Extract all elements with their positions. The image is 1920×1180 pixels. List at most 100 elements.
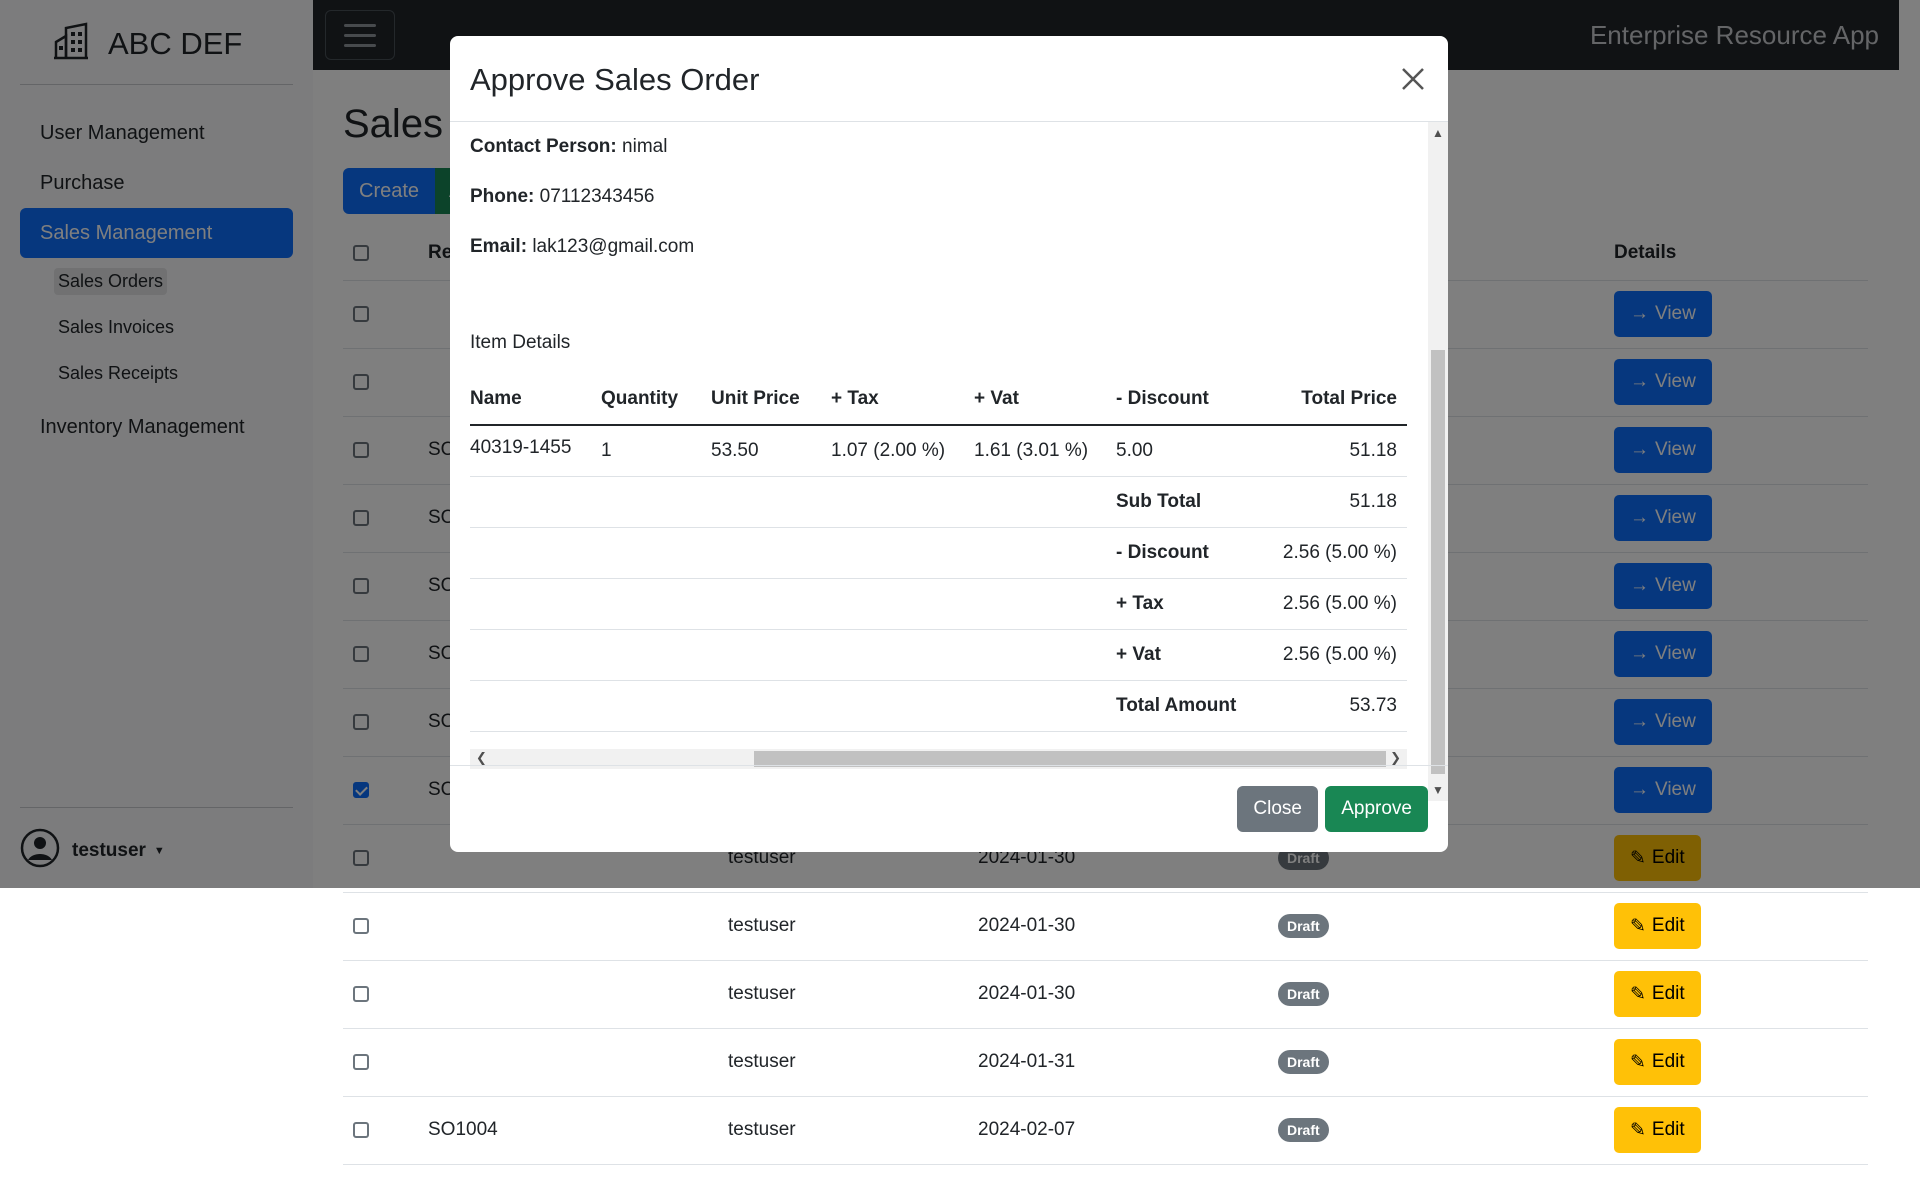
- edit-button[interactable]: ✎Edit: [1614, 903, 1701, 949]
- summary-label: + Tax: [1116, 578, 1276, 630]
- modal-header: Approve Sales Order: [450, 36, 1448, 122]
- order-date: 2024-01-31: [978, 1028, 1278, 1097]
- order-action-cell: ✎Edit: [1614, 892, 1868, 961]
- status-badge: Draft: [1278, 982, 1329, 1006]
- summary-label: + Vat: [1116, 629, 1276, 681]
- status-badge: Draft: [1278, 914, 1329, 938]
- summary-spacer: [470, 476, 1116, 528]
- summary-spacer: [470, 680, 1116, 732]
- item-col-quantity: Quantity: [601, 374, 711, 426]
- item-col-unit-price: Unit Price: [711, 374, 831, 426]
- pencil-icon: ✎: [1630, 1051, 1646, 1073]
- table-row: testuser2024-01-30Draft ✎Edit: [343, 892, 1868, 961]
- row-select-cell: [343, 960, 428, 1029]
- item-name: 40319-1455: [470, 436, 572, 458]
- summary-label: - Discount: [1116, 527, 1276, 579]
- pencil-icon: ✎: [1630, 983, 1646, 1005]
- item-discount: 5.00: [1116, 425, 1276, 477]
- item-col-tax: + Tax: [831, 374, 974, 426]
- item-table-header: Name Quantity Unit Price + Tax + Vat - D…: [470, 374, 1407, 426]
- order-user: testuser: [728, 960, 978, 1029]
- item-details-heading: Item Details: [470, 332, 571, 353]
- summary-spacer: [470, 629, 1116, 681]
- order-action-cell: ✎Edit: [1614, 1028, 1868, 1097]
- summary-value: 2.56 (5.00 %): [1276, 578, 1407, 630]
- scroll-left-icon[interactable]: ❮: [476, 750, 487, 766]
- order-ref: [428, 1028, 728, 1097]
- order-status-cell: Draft: [1278, 1096, 1614, 1165]
- summary-row: + Vat 2.56 (5.00 %): [470, 629, 1407, 681]
- order-action-cell: ✎Edit: [1614, 1096, 1868, 1165]
- edit-label: Edit: [1651, 1051, 1685, 1072]
- edit-label: Edit: [1651, 915, 1685, 936]
- order-ref: [428, 960, 728, 1029]
- vertical-scrollbar[interactable]: ▲ ▼: [1428, 122, 1448, 801]
- order-ref: SO1004: [428, 1096, 728, 1165]
- modal-body: Contact Person: nimal Phone: 07112343456…: [450, 122, 1448, 801]
- phone-value: 07112343456: [539, 186, 655, 207]
- order-ref: [428, 892, 728, 961]
- table-row: testuser2024-01-30Draft ✎Edit: [343, 960, 1868, 1029]
- item-col-name: Name: [470, 374, 601, 426]
- close-button[interactable]: Close: [1237, 786, 1318, 832]
- email-label: Email:: [470, 236, 528, 257]
- table-row: SO1004 testuser 2024-02-07 Draft ✎ Edit: [343, 1096, 1868, 1165]
- item-tax: 1.07 (2.00 %): [831, 425, 974, 477]
- item-row: 40319-1455 1 53.50 1.07 (2.00 %) 1.61 (3…: [470, 425, 1407, 477]
- pencil-icon: ✎: [1630, 1119, 1646, 1141]
- email-line: Email: lak123@gmail.com: [470, 236, 694, 258]
- summary-value: 53.73: [1276, 680, 1407, 732]
- scroll-up-icon[interactable]: ▲: [1432, 126, 1444, 140]
- summary-row: Sub Total 51.18: [470, 476, 1407, 528]
- status-badge: Draft: [1278, 1118, 1329, 1142]
- item-unit-price: 53.50: [711, 425, 831, 477]
- approve-button[interactable]: Approve: [1325, 786, 1428, 832]
- order-user: testuser: [728, 892, 978, 961]
- modal-footer: Close Approve: [450, 765, 1448, 852]
- item-col-vat: + Vat: [974, 374, 1116, 426]
- item-details-table: Name Quantity Unit Price + Tax + Vat - D…: [470, 374, 1407, 732]
- table-row: testuser 2024-01-31 Draft ✎ Edit: [343, 1028, 1868, 1097]
- order-date: 2024-02-07: [978, 1096, 1278, 1165]
- summary-spacer: [470, 527, 1116, 579]
- row-select-cell: [343, 892, 428, 961]
- order-user: testuser: [728, 1096, 978, 1165]
- order-user: testuser: [728, 1028, 978, 1097]
- phone-label: Phone:: [470, 186, 535, 207]
- row-checkbox[interactable]: [353, 985, 369, 1002]
- row-checkbox[interactable]: [353, 917, 369, 934]
- summary-label: Sub Total: [1116, 476, 1276, 528]
- item-quantity: 1: [601, 425, 711, 477]
- order-status-cell: Draft: [1278, 892, 1614, 961]
- summary-row: - Discount 2.56 (5.00 %): [470, 527, 1407, 579]
- edit-button[interactable]: ✎Edit: [1614, 1107, 1701, 1153]
- close-icon[interactable]: [1398, 64, 1428, 94]
- order-status-cell: Draft: [1278, 1028, 1614, 1097]
- contact-person-line: Contact Person: nimal: [470, 136, 667, 158]
- item-total-price: 51.18: [1276, 425, 1407, 477]
- edit-button[interactable]: ✎Edit: [1614, 1039, 1701, 1085]
- contact-person-label: Contact Person:: [470, 136, 617, 157]
- row-checkbox[interactable]: [353, 1121, 369, 1138]
- edit-label: Edit: [1651, 983, 1685, 1004]
- contact-person-value: nimal: [622, 136, 668, 157]
- vertical-scroll-thumb[interactable]: [1431, 350, 1445, 774]
- order-date: 2024-01-30: [978, 892, 1278, 961]
- email-value: lak123@gmail.com: [532, 236, 695, 257]
- phone-line: Phone: 07112343456: [470, 186, 655, 208]
- row-select-cell: [343, 1096, 428, 1165]
- summary-value: 2.56 (5.00 %): [1276, 629, 1407, 681]
- status-badge: Draft: [1278, 1050, 1329, 1074]
- row-checkbox[interactable]: [353, 1053, 369, 1070]
- pencil-icon: ✎: [1630, 915, 1646, 937]
- row-select-cell: [343, 1028, 428, 1097]
- item-vat: 1.61 (3.01 %): [974, 425, 1116, 477]
- summary-row: Total Amount 53.73: [470, 680, 1407, 732]
- order-action-cell: ✎Edit: [1614, 960, 1868, 1029]
- item-name-cell: 40319-1455: [470, 425, 601, 477]
- edit-button[interactable]: ✎Edit: [1614, 971, 1701, 1017]
- order-status-cell: Draft: [1278, 960, 1614, 1029]
- summary-value: 51.18: [1276, 476, 1407, 528]
- item-col-total-price: Total Price: [1276, 374, 1407, 426]
- scroll-right-icon[interactable]: ❯: [1390, 750, 1401, 766]
